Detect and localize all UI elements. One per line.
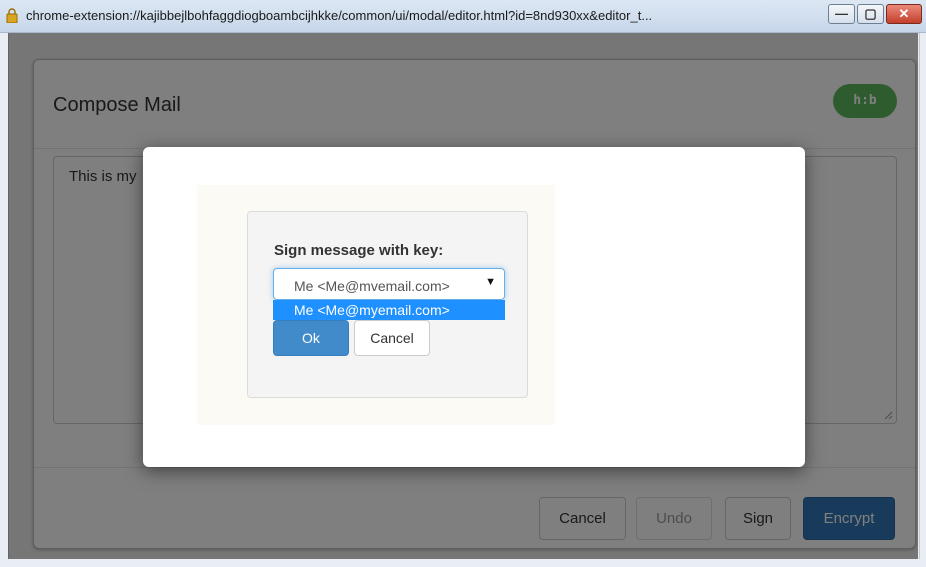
sign-key-option[interactable]: Me <Me@myemail.com> <box>294 302 450 318</box>
sign-key-select-value: Me <Me@mvemail.com> <box>294 278 450 294</box>
browser-window: chrome-extension://kajibbejlbohfaggdiogb… <box>0 0 926 567</box>
ok-button[interactable]: Ok <box>273 320 349 356</box>
sign-dialog-well: Sign message with key: Me <Me@mvemail.co… <box>247 211 528 398</box>
close-button[interactable]: ✕ <box>886 4 922 24</box>
title-bar: chrome-extension://kajibbejlbohfaggdiogb… <box>0 0 926 33</box>
sign-modal: Sign message with key: Me <Me@mvemail.co… <box>143 147 805 467</box>
sign-key-label: Sign message with key: <box>274 242 444 259</box>
sign-key-dropdown: Me <Me@myemail.com> <box>273 300 505 320</box>
window-url: chrome-extension://kajibbejlbohfaggdiogb… <box>26 8 653 23</box>
dropdown-arrow-icon: ▼ <box>485 276 496 288</box>
dialog-cancel-button[interactable]: Cancel <box>354 320 430 356</box>
sign-key-select[interactable]: Me <Me@mvemail.com> ▼ <box>273 268 505 300</box>
minimize-button[interactable]: — <box>828 4 855 24</box>
lock-icon <box>6 8 18 23</box>
close-icon: ✕ <box>898 6 910 21</box>
sign-dialog-frame: Sign message with key: Me <Me@mvemail.co… <box>197 185 555 425</box>
maximize-button[interactable]: ▢ <box>857 4 884 24</box>
minimize-icon: — <box>835 6 848 21</box>
maximize-icon: ▢ <box>864 6 877 21</box>
